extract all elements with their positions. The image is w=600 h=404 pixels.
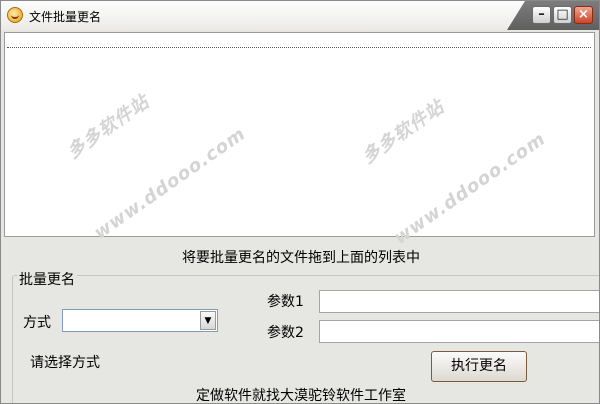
window-title: 文件批量更名 — [29, 10, 102, 24]
file-list[interactable]: 多多软件站 www.ddooo.com 多多软件站 www.ddooo.com — [4, 32, 595, 249]
close-icon[interactable]: × — [574, 6, 593, 24]
watermark-url: www.ddooo.com — [390, 128, 550, 249]
param2-input[interactable] — [319, 320, 599, 343]
watermark-url: www.ddooo.com — [90, 123, 250, 244]
drop-hint: 将要批量更名的文件拖到上面的列表中 — [182, 250, 420, 266]
watermark-text: 多多软件站 — [358, 96, 449, 169]
title-bar[interactable]: 文件批量更名 – □ × — [1, 1, 599, 30]
param1-input[interactable] — [319, 290, 599, 313]
list-focus-row — [7, 47, 591, 48]
group-title: 批量更名 — [17, 269, 77, 289]
main-window: 文件批量更名 – □ × 多多软件站 www.ddooo.com 多多软件站 w… — [0, 0, 600, 404]
param1-label: 参数1 — [267, 294, 304, 310]
maximize-icon[interactable]: □ — [553, 6, 572, 24]
chevron-down-icon[interactable]: ▼ — [200, 311, 216, 330]
mode-label: 方式 — [23, 315, 51, 331]
footer-credit: 定做软件就找大漠驼铃软件工作室 — [196, 388, 406, 404]
param2-label: 参数2 — [267, 325, 304, 341]
run-rename-button[interactable]: 执行更名 — [431, 351, 527, 382]
app-icon — [7, 7, 23, 23]
mode-select[interactable]: ▼ — [62, 309, 218, 332]
minimize-icon[interactable]: – — [532, 6, 551, 24]
mode-status: 请选择方式 — [30, 355, 100, 371]
watermark-text: 多多软件站 — [63, 91, 154, 164]
